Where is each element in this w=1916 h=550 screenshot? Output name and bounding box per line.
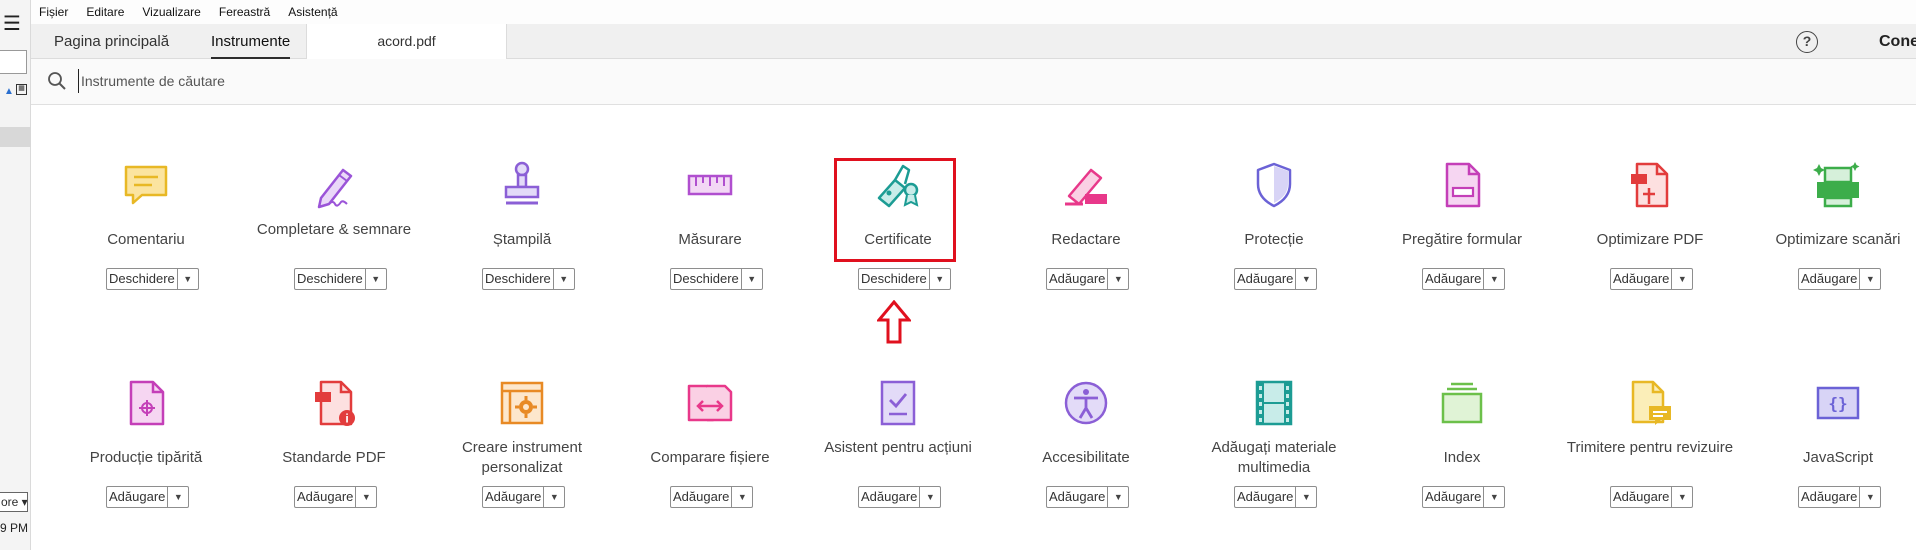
scanner-icon[interactable] <box>1813 160 1863 210</box>
comment-icon[interactable] <box>121 160 171 210</box>
tool-label: Comparare fișiere <box>650 449 770 466</box>
menu-edit[interactable]: Editare <box>86 5 124 19</box>
tool-add-button[interactable]: Adăugare ▼ <box>1798 486 1882 508</box>
action-wizard-icon[interactable] <box>873 378 923 428</box>
print-production-icon[interactable] <box>121 378 171 428</box>
javascript-icon[interactable]: {} <box>1813 378 1863 428</box>
red-arrow-up-icon <box>877 300 911 344</box>
left-select[interactable]: ore ▾ <box>0 492 28 512</box>
tool-add-button[interactable]: Adăugare ▼ <box>1046 268 1130 290</box>
fill-sign-icon[interactable] <box>309 160 359 210</box>
tool-add-button[interactable]: Adăugare ▼ <box>1234 268 1318 290</box>
menu-view[interactable]: Vizualizare <box>142 5 200 19</box>
film-icon[interactable] <box>1249 378 1299 428</box>
tool-add-button[interactable]: Adăugare ▼ <box>106 486 190 508</box>
tool-open-button[interactable]: Deschidere ▼ <box>294 268 387 290</box>
tool-label: Protecție <box>1244 231 1304 248</box>
left-text-input[interactable] <box>0 50 27 74</box>
tool-add-button[interactable]: Adăugare ▼ <box>858 486 942 508</box>
pdf-standards-icon[interactable]: i <box>309 378 359 428</box>
tool-add-button[interactable]: Adăugare ▼ <box>294 486 378 508</box>
tool-label: Ștampilă <box>492 231 552 248</box>
tab-bar: Pagina principală Instrumente acord.pdf … <box>31 24 1916 59</box>
custom-tool-icon[interactable] <box>497 378 547 428</box>
tab-document[interactable]: acord.pdf <box>306 24 507 59</box>
search-icon <box>48 72 66 90</box>
caret-up-icon[interactable]: ▲ <box>4 86 14 97</box>
send-review-icon[interactable] <box>1625 378 1675 428</box>
tool-label: Asistent pentru acțiuni <box>824 439 972 456</box>
acrobat-window: ☰ ▲ ▦ ore ▾ 9 PM Fișier Editare Vizualiz… <box>0 0 1916 550</box>
tool-add-button[interactable]: Adăugare ▼ <box>1610 486 1694 508</box>
tool-label: Completare & semnare <box>256 221 412 238</box>
grid-icon[interactable]: ▦ <box>16 84 27 95</box>
svg-text:{}: {} <box>1828 394 1847 413</box>
tool-label: JavaScript <box>1802 449 1874 466</box>
menu-file[interactable]: Fișier <box>39 5 68 19</box>
sign-in-link[interactable]: Conectar <box>1879 24 1916 59</box>
redact-icon[interactable] <box>1061 160 1111 210</box>
tool-label: Accesibilitate <box>1042 449 1130 466</box>
tool-label: Adăugați materiale multimedia <box>1211 439 1337 476</box>
tool-add-button[interactable]: Adăugare ▼ <box>1798 268 1882 290</box>
tool-label: Redactare <box>1051 231 1121 248</box>
tool-add-button[interactable]: Adăugare ▼ <box>1422 268 1506 290</box>
tab-home[interactable]: Pagina principală <box>54 24 169 59</box>
tool-label: Optimizare scanări <box>1775 231 1901 248</box>
highlight-box-certificates <box>834 158 956 262</box>
tools-search-input[interactable] <box>78 69 678 93</box>
tool-open-button[interactable]: Deschidere ▼ <box>482 268 575 290</box>
selected-row[interactable] <box>0 127 31 147</box>
tool-label: Creare instrument personalizat <box>461 439 583 476</box>
shield-icon[interactable] <box>1249 160 1299 210</box>
ruler-icon[interactable] <box>685 160 735 210</box>
tool-label: Trimitere pentru revizuire <box>1566 439 1734 456</box>
tool-add-button[interactable]: Adăugare ▼ <box>1610 268 1694 290</box>
stamp-icon[interactable] <box>497 160 547 210</box>
tool-open-button[interactable]: Deschidere ▼ <box>106 268 199 290</box>
tool-label: Producție tipărită <box>89 449 203 466</box>
hamburger-menu-icon[interactable]: ☰ <box>3 14 21 34</box>
help-icon[interactable]: ? <box>1796 31 1818 53</box>
tool-add-button[interactable]: Adăugare ▼ <box>1234 486 1318 508</box>
tool-open-button[interactable]: Deschidere ▼ <box>670 268 763 290</box>
left-window-strip: ☰ ▲ ▦ ore ▾ 9 PM <box>0 0 31 550</box>
svg-text:i: i <box>345 412 348 426</box>
tool-add-button[interactable]: Adăugare ▼ <box>1422 486 1506 508</box>
menu-window[interactable]: Fereastră <box>219 5 270 19</box>
tool-label: Optimizare PDF <box>1596 231 1704 248</box>
tool-label: Măsurare <box>678 231 742 248</box>
optimize-pdf-icon[interactable] <box>1625 160 1675 210</box>
tools-search-bar <box>31 59 1916 105</box>
menu-bar: Fișier Editare Vizualizare Fereastră Asi… <box>31 0 1916 24</box>
tool-add-button[interactable]: Adăugare ▼ <box>482 486 566 508</box>
menu-help[interactable]: Asistență <box>288 5 337 19</box>
tool-add-button[interactable]: Adăugare ▼ <box>670 486 754 508</box>
form-icon[interactable] <box>1437 160 1487 210</box>
index-icon[interactable] <box>1437 378 1487 428</box>
tool-label: Index <box>1443 449 1481 466</box>
tool-open-button[interactable]: Deschidere ▼ <box>858 268 951 290</box>
tool-label: Comentariu <box>107 231 185 248</box>
tool-add-button[interactable]: Adăugare ▼ <box>1046 486 1130 508</box>
tool-label: Pregătire formular <box>1401 231 1523 248</box>
compare-files-icon[interactable] <box>685 378 735 428</box>
time-label: 9 PM <box>0 521 29 535</box>
tool-label: Standarde PDF <box>282 449 386 466</box>
accessibility-icon[interactable] <box>1061 378 1111 428</box>
tab-tools[interactable]: Instrumente <box>211 24 291 59</box>
